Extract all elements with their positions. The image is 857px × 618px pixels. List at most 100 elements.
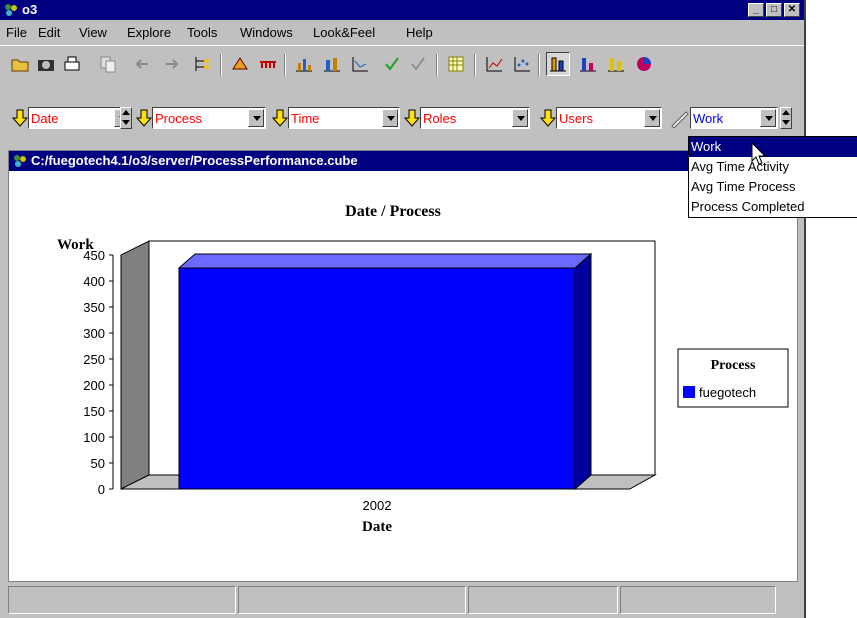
bar-chart-icon[interactable]: [292, 52, 316, 76]
window-title: o3: [22, 2, 38, 17]
x-axis-label: Date: [362, 519, 392, 535]
legend-label: fuegotech: [699, 385, 756, 400]
time-combo[interactable]: Time: [288, 107, 400, 129]
down-arrow-icon[interactable]: [540, 109, 556, 127]
pie-chart-icon[interactable]: [632, 52, 656, 76]
users-combo[interactable]: Users: [556, 107, 662, 129]
link-icon[interactable]: [256, 52, 280, 76]
tree-icon[interactable]: [190, 52, 214, 76]
status-panel: [8, 586, 236, 614]
y-tick-label: 350: [83, 300, 105, 315]
measure-combo-label: Work: [693, 111, 724, 126]
down-arrow-icon[interactable]: [136, 109, 152, 127]
dimension-bar: Date Process Time Roles Users Work: [0, 104, 804, 134]
cube-window: C:/fuegotech4.1/o3/server/ProcessPerform…: [8, 150, 798, 582]
status-panel: [238, 586, 466, 614]
toolbar-separator: [220, 54, 222, 76]
status-panel: [620, 586, 776, 614]
scatter-chart-icon[interactable]: [510, 52, 534, 76]
print-icon[interactable]: [60, 52, 84, 76]
check-icon[interactable]: [380, 52, 404, 76]
users-combo-label: Users: [559, 111, 593, 126]
y-tick-label: 450: [83, 248, 105, 263]
bar: [178, 267, 576, 490]
menu-bar: File Edit View Explore Tools Windows Loo…: [0, 22, 804, 42]
chart-title: Date / Process: [345, 203, 441, 220]
roles-combo-label: Roles: [423, 111, 457, 126]
toolbar-separator: [474, 54, 476, 76]
y-tick-label: 150: [83, 404, 105, 419]
down-arrow-icon[interactable]: [272, 109, 288, 127]
menu-view[interactable]: View: [79, 25, 107, 40]
date-combo[interactable]: Date: [28, 107, 132, 129]
y-tick-label: 50: [91, 456, 105, 471]
menu-look-and-feel[interactable]: Look&Feel: [313, 25, 375, 40]
date-spinner[interactable]: [120, 107, 132, 129]
toolbar-separator: [284, 54, 286, 76]
bar-side: [574, 252, 592, 491]
maximize-button[interactable]: □: [766, 3, 782, 17]
app-logo-icon: [5, 4, 17, 16]
chevron-down-icon[interactable]: [248, 109, 264, 127]
check-outline-icon[interactable]: [406, 52, 430, 76]
measure-dropdown-list: Work Avg Time Activity Avg Time Process …: [688, 136, 857, 218]
measure-option[interactable]: Avg Time Activity: [691, 157, 789, 177]
forward-arrow-icon[interactable]: [160, 52, 184, 76]
process-combo[interactable]: Process: [152, 107, 266, 129]
down-arrow-icon[interactable]: [404, 109, 420, 127]
process-combo-label: Process: [155, 111, 202, 126]
measure-option[interactable]: Avg Time Process: [691, 177, 796, 197]
time-combo-label: Time: [291, 111, 320, 126]
y-tick-label: 200: [83, 378, 105, 393]
measure-combo[interactable]: Work: [690, 107, 778, 129]
date-combo-label: Date: [31, 111, 59, 126]
stacked-chart-icon[interactable]: [320, 52, 344, 76]
down-arrow-icon[interactable]: [12, 109, 28, 127]
menu-edit[interactable]: Edit: [38, 25, 60, 40]
measure-spinner[interactable]: [780, 107, 792, 129]
cube-icon: [14, 155, 26, 167]
close-button[interactable]: ✕: [784, 3, 800, 17]
menu-file[interactable]: File: [6, 25, 27, 40]
camera-icon[interactable]: [34, 52, 58, 76]
chevron-down-icon[interactable]: [382, 109, 398, 127]
status-bar: [8, 586, 798, 616]
legend-title: Process: [711, 358, 756, 373]
line-chart-icon[interactable]: [482, 52, 506, 76]
legend-swatch: [683, 386, 695, 398]
toolbar-separator: [538, 54, 540, 76]
bar-chart-3d-alt-icon[interactable]: [576, 52, 600, 76]
chevron-down-icon[interactable]: [644, 109, 660, 127]
chevron-down-icon[interactable]: [760, 109, 776, 127]
menu-explore[interactable]: Explore: [127, 25, 171, 40]
axis-chart-icon[interactable]: [348, 52, 372, 76]
y-tick-label: 250: [83, 352, 105, 367]
back-arrow-icon[interactable]: [130, 52, 154, 76]
bar-chart-3d-icon[interactable]: [546, 52, 570, 76]
copy-icon[interactable]: [96, 52, 120, 76]
toolbar: [0, 45, 804, 82]
explore-icon[interactable]: [228, 52, 252, 76]
menu-help[interactable]: Help: [406, 25, 433, 40]
chevron-down-icon[interactable]: [512, 109, 528, 127]
menu-tools[interactable]: Tools: [187, 25, 217, 40]
bar-chart-3d-yellow-icon[interactable]: [604, 52, 628, 76]
cube-window-title: C:/fuegotech4.1/o3/server/ProcessPerform…: [31, 153, 358, 168]
chart: Date / ProcessWork0501001502002503003504…: [57, 203, 789, 535]
open-icon[interactable]: [8, 52, 32, 76]
grid-icon[interactable]: [444, 52, 468, 76]
toolbar-separator: [436, 54, 438, 76]
measure-option[interactable]: Process Completed: [691, 197, 804, 217]
cube-window-title-bar[interactable]: C:/fuegotech4.1/o3/server/ProcessPerform…: [9, 151, 797, 171]
menu-windows[interactable]: Windows: [240, 25, 293, 40]
measure-option[interactable]: Work: [689, 137, 857, 157]
roles-combo[interactable]: Roles: [420, 107, 530, 129]
status-panel: [468, 586, 618, 614]
y-tick-label: 100: [83, 430, 105, 445]
x-tick-label: 2002: [363, 498, 392, 513]
minimize-button[interactable]: _: [748, 3, 764, 17]
left-wall: [120, 240, 150, 490]
title-bar[interactable]: o3 _ □ ✕: [0, 0, 804, 20]
y-tick-label: 300: [83, 326, 105, 341]
mouse-cursor-icon: [751, 142, 767, 165]
